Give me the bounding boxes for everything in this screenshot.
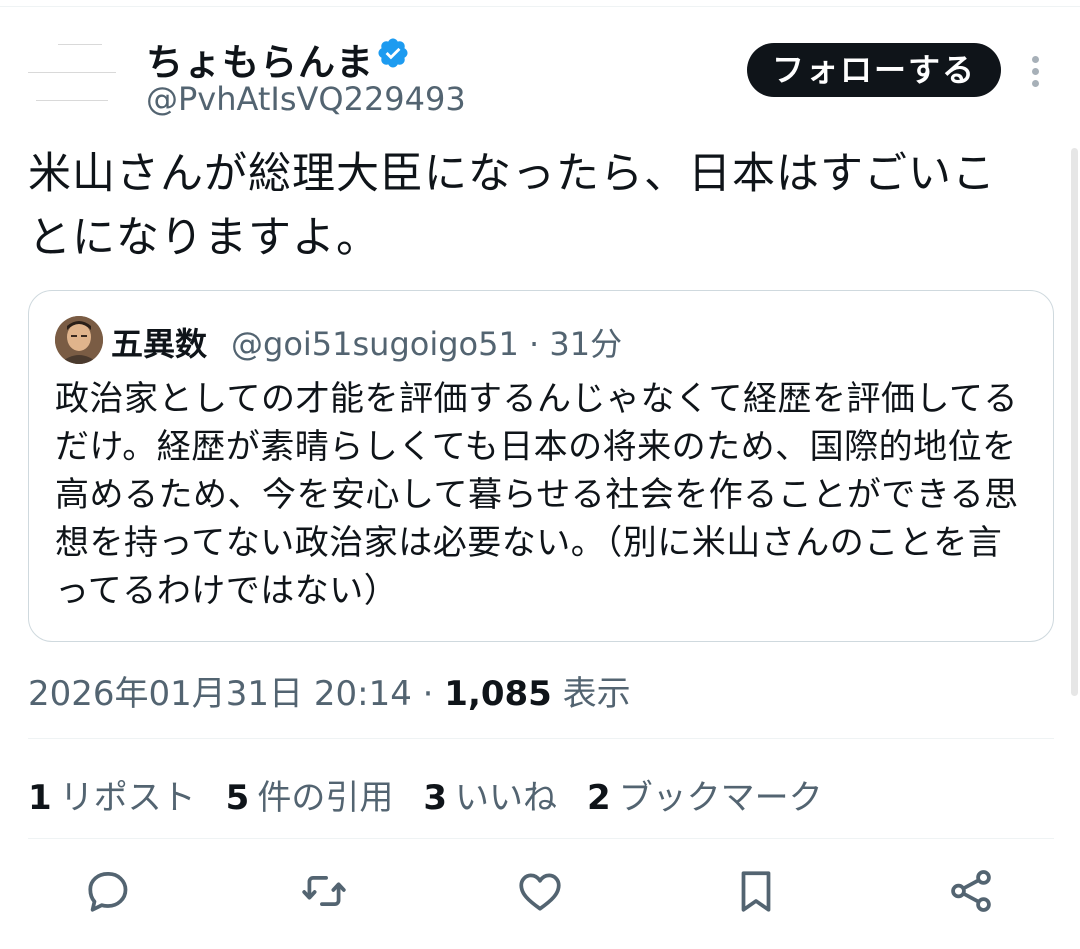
quote-author-meta: @goi51sugoigo51 · 31分 — [231, 325, 623, 363]
stat-quotes[interactable]: 5 件の引用 — [226, 778, 394, 818]
scrollbar[interactable] — [1071, 148, 1078, 696]
divider — [28, 738, 1054, 739]
author-handle[interactable]: @PvhAtIsVQ229493 — [146, 80, 466, 118]
avatar[interactable] — [28, 44, 116, 102]
stat-reposts[interactable]: 1 リポスト — [28, 778, 196, 818]
retweet-icon[interactable] — [299, 866, 349, 916]
stat-likes[interactable]: 3 いいね — [423, 778, 557, 818]
author-display-name[interactable]: ちょもらんま — [146, 32, 374, 86]
quote-text: 政治家としての才能を評価するんじゃなくて経歴を評価してるだけ。経歴が素晴らしくて… — [55, 379, 1019, 611]
more-options-icon[interactable] — [1026, 52, 1046, 92]
top-divider — [0, 6, 1080, 7]
quote-avatar[interactable] — [55, 316, 103, 364]
tweet-text: 米山さんが総理大臣になったら、日本はすごいことになりますよ。 — [28, 149, 996, 263]
views-label: 表示 — [551, 674, 631, 714]
stat-bookmarks[interactable]: 2 ブックマーク — [587, 778, 823, 818]
tweet-metadata: 2026年01月31日 20:14 · 1,085 表示 — [28, 666, 631, 715]
reply-icon[interactable] — [83, 866, 133, 916]
quote-author-name[interactable]: 五異数 — [111, 319, 207, 365]
like-icon[interactable] — [515, 866, 565, 916]
tweet-timestamp[interactable]: 2026年01月31日 20:14 — [28, 674, 412, 714]
bookmark-icon[interactable] — [731, 866, 781, 916]
divider — [28, 838, 1054, 839]
views-count: 1,085 — [444, 674, 552, 714]
meta-separator: · — [411, 674, 445, 714]
follow-button[interactable]: フォローする — [747, 43, 1001, 97]
share-icon[interactable] — [946, 866, 996, 916]
engagement-stats: 1 リポスト 5 件の引用 3 いいね 2 ブックマーク — [28, 770, 853, 819]
quote-tweet-card[interactable]: 五異数 @goi51sugoigo51 · 31分 政治家としての才能を評価する… — [28, 290, 1054, 642]
verified-badge-icon — [376, 36, 410, 70]
